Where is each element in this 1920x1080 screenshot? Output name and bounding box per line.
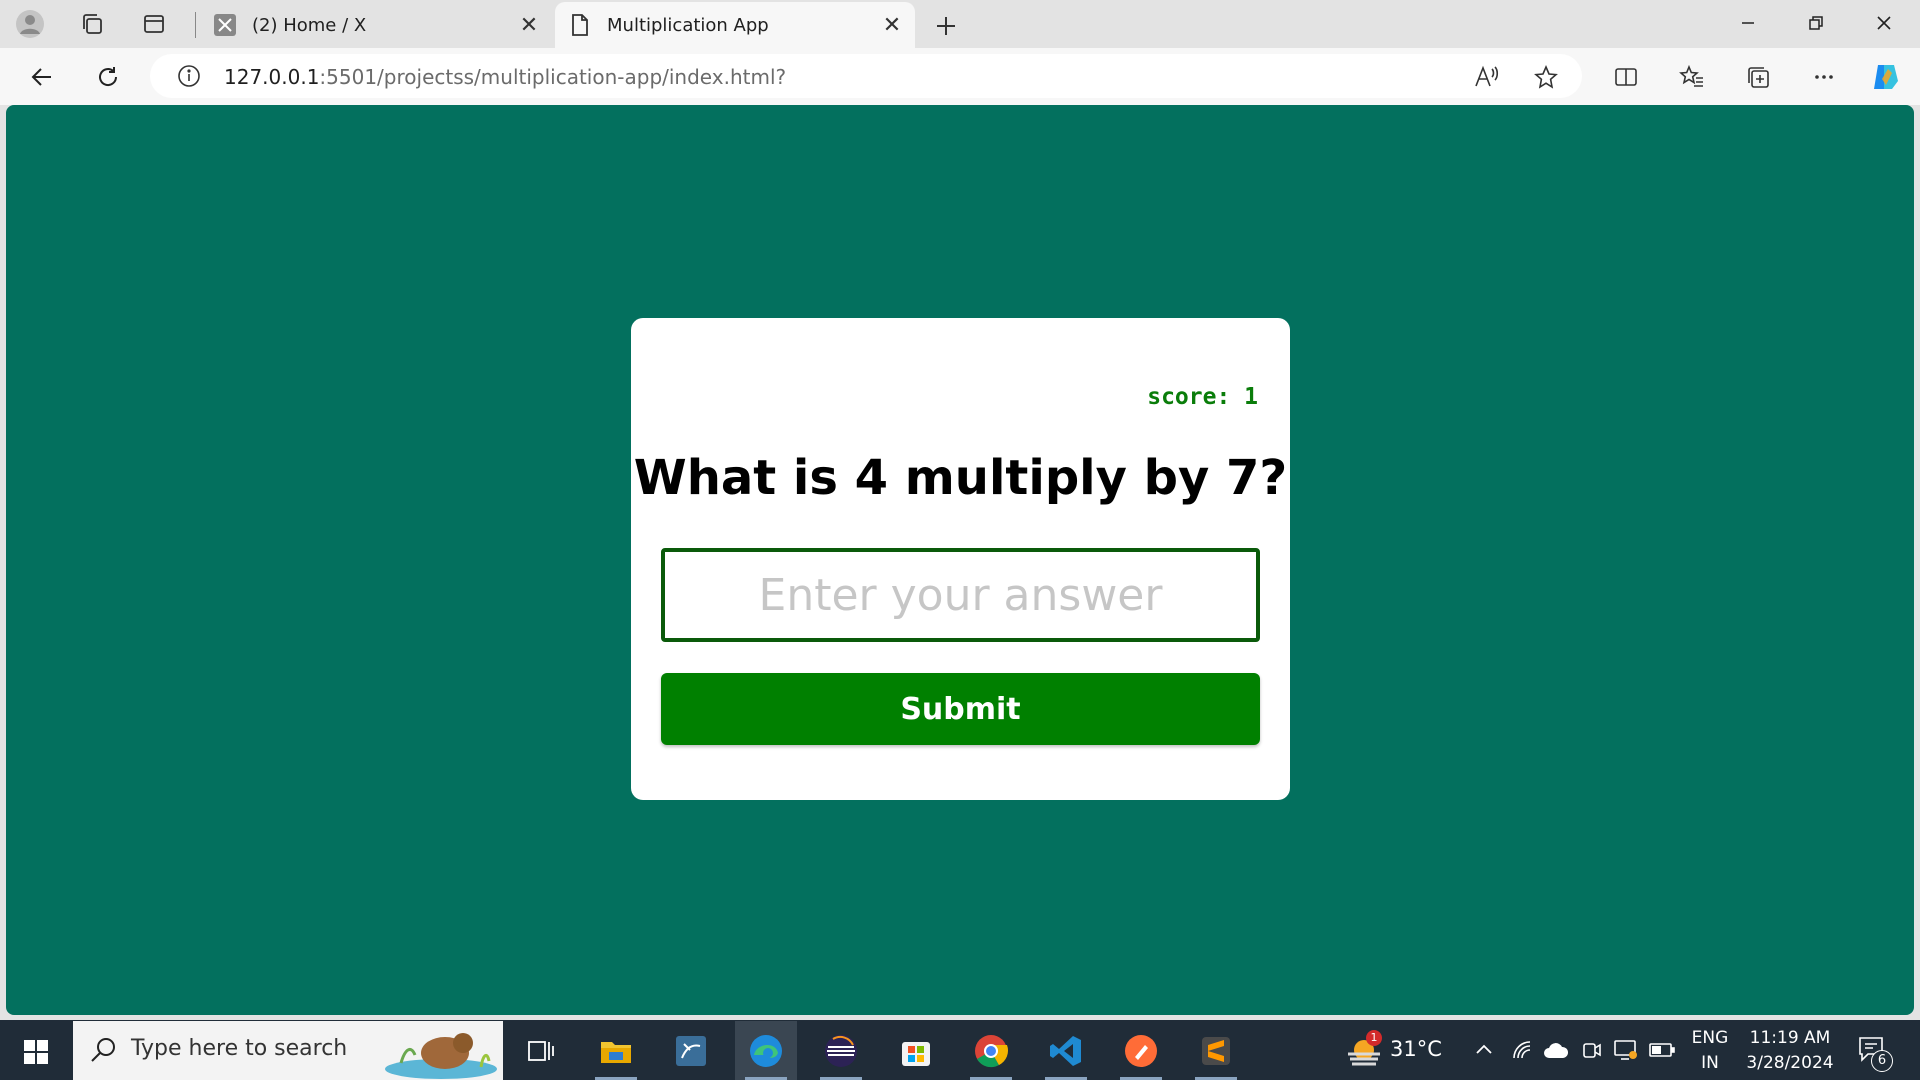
windows-start-icon[interactable] xyxy=(14,1032,58,1072)
x-logo-icon xyxy=(212,12,238,38)
clock-date: 3/28/2024 xyxy=(1746,1053,1834,1073)
tab-multiplication-app[interactable]: Multiplication App ✕ xyxy=(555,2,915,48)
collections-icon[interactable] xyxy=(1738,58,1778,96)
more-options-icon[interactable] xyxy=(1804,58,1844,96)
back-button[interactable] xyxy=(22,58,62,96)
close-window-button[interactable] xyxy=(1850,0,1918,46)
search-placeholder: Type here to search xyxy=(131,1036,348,1061)
search-highlight-art xyxy=(381,1023,501,1079)
favorites-icon[interactable] xyxy=(1672,58,1712,96)
vertical-tabs-icon[interactable] xyxy=(138,8,170,40)
battery-icon[interactable] xyxy=(1648,1036,1676,1064)
task-view-icon[interactable] xyxy=(510,1021,572,1080)
sublime-text-icon[interactable] xyxy=(1185,1021,1247,1080)
favorite-star-icon[interactable] xyxy=(1532,63,1560,91)
close-icon[interactable]: ✕ xyxy=(514,10,544,40)
temperature[interactable]: 31°C xyxy=(1390,1037,1442,1061)
tab-label: Multiplication App xyxy=(607,14,769,36)
quiz-card: score: 1 What is 4 multiply by 7? Submit xyxy=(631,318,1290,800)
chevron-up-icon[interactable] xyxy=(1470,1036,1498,1064)
file-explorer-icon[interactable] xyxy=(585,1021,647,1080)
edge-icon[interactable] xyxy=(735,1021,797,1080)
answer-input[interactable] xyxy=(661,548,1260,642)
restore-button[interactable] xyxy=(1782,0,1850,46)
taskbar-search-box[interactable]: Type here to search xyxy=(73,1021,503,1080)
display-icon[interactable] xyxy=(1612,1036,1640,1064)
page-viewport: score: 1 What is 4 multiply by 7? Submit xyxy=(6,105,1914,1015)
page-icon xyxy=(567,12,593,38)
split-screen-icon[interactable] xyxy=(1606,58,1646,96)
submit-button[interactable]: Submit xyxy=(661,673,1260,745)
url-text[interactable]: 127.0.0.1:5501/projectss/multiplication-… xyxy=(224,65,786,89)
postman-icon[interactable] xyxy=(1110,1021,1172,1080)
tab-home-x[interactable]: (2) Home / X ✕ xyxy=(200,2,552,48)
vs-code-icon[interactable] xyxy=(1035,1021,1097,1080)
notification-badge: 6 xyxy=(1871,1050,1893,1072)
workspaces-icon[interactable] xyxy=(76,8,108,40)
browser-toolbar: 127.0.0.1:5501/projectss/multiplication-… xyxy=(0,48,1920,105)
browser-title-bar: (2) Home / X ✕ Multiplication App ✕ xyxy=(0,0,1920,48)
profile-icon[interactable] xyxy=(14,8,46,40)
copilot-icon[interactable] xyxy=(1866,58,1906,96)
minimize-button[interactable] xyxy=(1714,0,1782,46)
address-bar[interactable]: 127.0.0.1:5501/projectss/multiplication-… xyxy=(150,54,1582,98)
question-text: What is 4 multiply by 7? xyxy=(633,450,1288,506)
score-label: score: 1 xyxy=(1147,384,1258,410)
microsoft-store-icon[interactable] xyxy=(885,1021,947,1080)
meet-now-icon[interactable] xyxy=(1578,1036,1606,1064)
language-indicator[interactable]: ENG IN xyxy=(1688,1026,1732,1076)
new-tab-button[interactable] xyxy=(928,8,964,44)
tab-divider xyxy=(195,12,196,38)
chrome-icon[interactable] xyxy=(960,1021,1022,1080)
refresh-button[interactable] xyxy=(88,58,128,96)
clock[interactable]: 11:19 AM 3/28/2024 xyxy=(1740,1026,1840,1076)
close-icon[interactable]: ✕ xyxy=(877,10,907,40)
tab-label: (2) Home / X xyxy=(252,14,367,36)
wifi-icon[interactable] xyxy=(1508,1036,1536,1064)
onedrive-cloud-icon[interactable] xyxy=(1542,1036,1570,1064)
search-icon xyxy=(89,1035,121,1067)
weather-badge: 1 xyxy=(1366,1030,1382,1046)
windows-taskbar: Type here to search 1 31°C ENG IN 11:19 … xyxy=(0,1020,1920,1080)
eclipse-icon[interactable] xyxy=(810,1021,872,1080)
clock-time: 11:19 AM xyxy=(1749,1028,1831,1048)
site-info-icon[interactable] xyxy=(176,63,202,89)
mysql-workbench-icon[interactable] xyxy=(660,1021,722,1080)
read-aloud-icon[interactable] xyxy=(1472,63,1500,91)
